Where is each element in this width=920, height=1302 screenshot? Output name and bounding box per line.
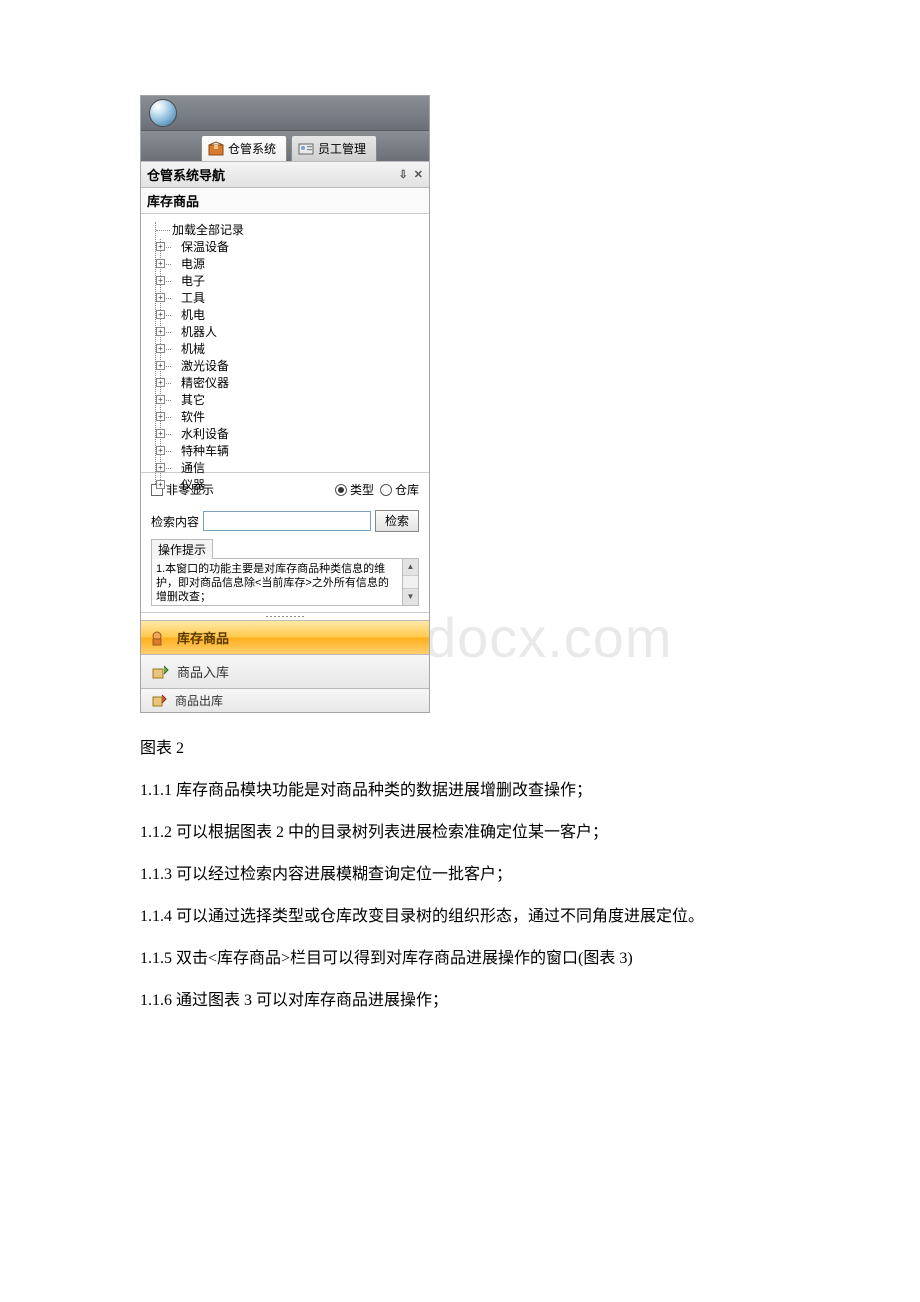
scroll-down-icon[interactable]: ▼ xyxy=(403,588,418,605)
tree-node-label: 水利设备 xyxy=(181,427,229,441)
tips-scrollbar[interactable]: ▲ ▼ xyxy=(402,559,418,605)
app-window: 仓管系统 员工管理 仓管系统导航 ⇩ ✕ 库存商品 加载全部记录 +保温设备+电… xyxy=(140,95,430,713)
tree-node-label: 电子 xyxy=(181,274,205,288)
tree-node[interactable]: +电子 xyxy=(161,273,421,290)
tree-node-label: 电源 xyxy=(181,257,205,271)
tree-node[interactable]: +特种车辆 xyxy=(161,443,421,460)
tree-node-label: 特种车辆 xyxy=(181,444,229,458)
expand-icon[interactable]: + xyxy=(156,446,165,455)
tree-node-label: 机器人 xyxy=(181,325,217,339)
tree-node[interactable]: +激光设备 xyxy=(161,358,421,375)
close-icon[interactable]: ✕ xyxy=(414,168,423,181)
expand-icon[interactable]: + xyxy=(156,463,165,472)
tab-warehouse-system[interactable]: 仓管系统 xyxy=(201,135,287,161)
expand-icon[interactable]: + xyxy=(156,361,165,370)
category-tree[interactable]: 加载全部记录 +保温设备+电源+电子+工具+机电+机器人+机械+激光设备+精密仪… xyxy=(141,214,429,472)
nav-title: 仓管系统导航 xyxy=(147,165,225,184)
inventory-icon xyxy=(151,629,169,647)
tree-node-label: 机械 xyxy=(181,342,205,356)
doc-paragraph: 1.1.5 双击<库存商品>栏目可以得到对库存商品进展操作的窗口(图表 3) xyxy=(140,947,780,971)
tips-text: 1.本窗口的功能主要是对库存商品种类信息的维护，即对商品信息除<当前库存>之外所… xyxy=(152,559,402,605)
tree-root-load-all[interactable]: 加载全部记录 xyxy=(156,222,421,239)
page-container: 仓管系统 员工管理 仓管系统导航 ⇩ ✕ 库存商品 加载全部记录 +保温设备+电… xyxy=(0,0,920,1013)
navbar-label: 商品出库 xyxy=(175,692,223,709)
scroll-up-icon[interactable]: ▲ xyxy=(403,559,418,576)
tab-label: 员工管理 xyxy=(318,140,366,157)
expand-icon[interactable]: + xyxy=(156,310,165,319)
tab-label: 仓管系统 xyxy=(228,140,276,157)
splitter-grip[interactable] xyxy=(141,612,429,620)
navbar-item-inventory[interactable]: 库存商品 xyxy=(141,620,429,654)
tree-node[interactable]: +软件 xyxy=(161,409,421,426)
doc-paragraph: 1.1.3 可以经过检索内容进展模糊查询定位一批客户； xyxy=(140,863,780,887)
doc-paragraph: 1.1.2 可以根据图表 2 中的目录树列表进展检索准确定位某一客户； xyxy=(140,821,780,845)
expand-icon[interactable]: + xyxy=(156,293,165,302)
stock-out-icon xyxy=(151,693,167,709)
tree-node[interactable]: +机器人 xyxy=(161,324,421,341)
navbar-label: 库存商品 xyxy=(177,628,229,647)
expand-icon[interactable]: + xyxy=(156,429,165,438)
tree-node[interactable]: +其它 xyxy=(161,392,421,409)
tips-box: 1.本窗口的功能主要是对库存商品种类信息的维护，即对商品信息除<当前库存>之外所… xyxy=(151,558,419,606)
tree-node[interactable]: +通信 xyxy=(161,460,421,477)
doc-paragraph: 1.1.1 库存商品模块功能是对商品种类的数据进展增删改查操作； xyxy=(140,779,780,803)
expand-icon[interactable]: + xyxy=(156,327,165,336)
document-body: 图表 2 1.1.1 库存商品模块功能是对商品种类的数据进展增删改查操作； 1.… xyxy=(140,737,780,1013)
tree-node-label: 工具 xyxy=(181,291,205,305)
tree-node[interactable]: +工具 xyxy=(161,290,421,307)
stock-in-icon xyxy=(151,663,169,681)
tree-node[interactable]: +电源 xyxy=(161,256,421,273)
tab-employee-mgmt[interactable]: 员工管理 xyxy=(291,135,377,161)
app-orb-icon[interactable] xyxy=(149,99,177,127)
tree-node-label: 软件 xyxy=(181,410,205,424)
radio-icon xyxy=(380,484,392,496)
expand-icon[interactable]: + xyxy=(156,378,165,387)
doc-paragraph: 1.1.4 可以通过选择类型或仓库改变目录树的组织形态，通过不同角度进展定位。 xyxy=(140,905,780,929)
expand-icon[interactable]: + xyxy=(156,259,165,268)
section-label-inventory: 库存商品 xyxy=(141,188,429,214)
search-button[interactable]: 检索 xyxy=(375,510,419,532)
expand-icon[interactable]: + xyxy=(156,480,165,489)
navbar-label: 商品入库 xyxy=(177,662,229,681)
tree-node-label: 仪器 xyxy=(181,478,205,492)
tree-node[interactable]: +机电 xyxy=(161,307,421,324)
expand-icon[interactable]: + xyxy=(156,242,165,251)
person-card-icon xyxy=(298,141,314,157)
tree-node-label: 通信 xyxy=(181,461,205,475)
navbar-item-stock-in[interactable]: 商品入库 xyxy=(141,654,429,688)
tree-node-label: 精密仪器 xyxy=(181,376,229,390)
figure-caption: 图表 2 xyxy=(140,737,780,761)
expand-icon[interactable]: + xyxy=(156,344,165,353)
ribbon-tabs: 仓管系统 员工管理 xyxy=(141,131,429,161)
expand-icon[interactable]: + xyxy=(156,276,165,285)
box-icon xyxy=(208,141,224,157)
tree-node-label: 保温设备 xyxy=(181,240,229,254)
tips-tab-label: 操作提示 xyxy=(151,539,213,559)
search-row: 检索内容 检索 xyxy=(141,506,429,538)
tree-node[interactable]: +机械 xyxy=(161,341,421,358)
tree-node-label: 激光设备 xyxy=(181,359,229,373)
pin-icon[interactable]: ⇩ xyxy=(399,168,408,181)
tree-node-label: 机电 xyxy=(181,308,205,322)
radio-icon xyxy=(335,484,347,496)
search-label: 检索内容 xyxy=(151,513,199,530)
navbar-item-stock-out[interactable]: 商品出库 xyxy=(141,688,429,712)
search-input[interactable] xyxy=(203,511,371,531)
expand-icon[interactable]: + xyxy=(156,412,165,421)
nav-panel-header: 仓管系统导航 ⇩ ✕ xyxy=(141,161,429,188)
ribbon-titlebar xyxy=(141,96,429,131)
expand-icon[interactable]: + xyxy=(156,395,165,404)
tree-node[interactable]: +保温设备 xyxy=(161,239,421,256)
doc-paragraph: 1.1.6 通过图表 3 可以对库存商品进展操作； xyxy=(140,989,780,1013)
tree-node[interactable]: +精密仪器 xyxy=(161,375,421,392)
tips-label-row: 操作提示 xyxy=(141,538,429,558)
tree-node-label: 其它 xyxy=(181,393,205,407)
tree-node[interactable]: +水利设备 xyxy=(161,426,421,443)
